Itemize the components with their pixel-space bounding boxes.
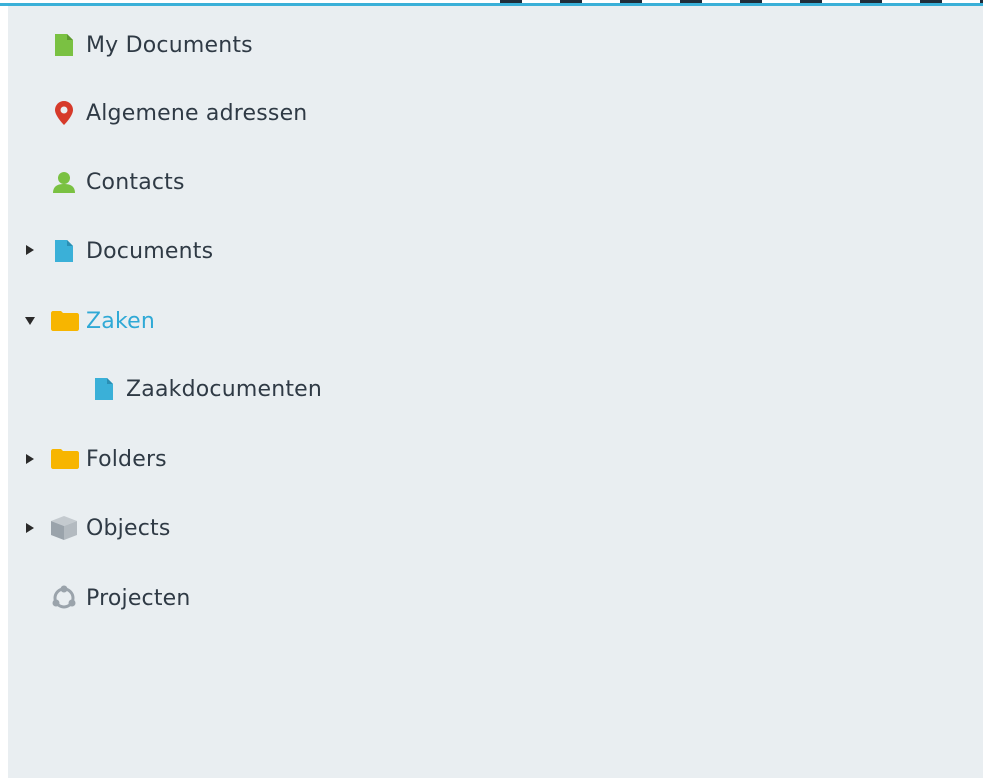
- tree-item-label: Algemene adressen: [86, 100, 308, 126]
- tree-item-label: Zaken: [86, 308, 155, 334]
- expand-toggle[interactable]: [24, 453, 36, 465]
- document-icon: [52, 33, 76, 57]
- tree-item-objects[interactable]: Objects: [50, 508, 171, 548]
- app-frame: My Documents Algemene adressen Contacts …: [0, 0, 983, 778]
- tree-item-label: Documents: [86, 238, 214, 264]
- tree-item-projecten[interactable]: Projecten: [50, 578, 191, 618]
- project-cycle-icon: [50, 585, 78, 610]
- collapse-toggle[interactable]: [24, 315, 36, 327]
- tree-item-label: Folders: [86, 446, 167, 472]
- tree-item-folders[interactable]: Folders: [50, 439, 167, 479]
- cube-icon: [50, 516, 78, 540]
- tree-item-algemene-adressen[interactable]: Algemene adressen: [52, 93, 307, 133]
- tree-item-label: Contacts: [86, 169, 185, 195]
- tree-item-contacts[interactable]: Contacts: [52, 162, 185, 202]
- tree-item-label: Objects: [86, 515, 171, 541]
- navigation-panel: My Documents Algemene adressen Contacts …: [8, 6, 983, 778]
- tree-item-label: Zaakdocumenten: [126, 376, 323, 402]
- expand-toggle[interactable]: [24, 522, 36, 534]
- tree-item-my-documents[interactable]: My Documents: [52, 25, 253, 65]
- person-icon: [52, 170, 76, 194]
- folder-icon: [50, 447, 80, 471]
- map-pin-icon: [52, 101, 76, 125]
- document-icon: [92, 377, 116, 401]
- tree-item-label: Projecten: [86, 585, 191, 611]
- tree-item-documents[interactable]: Documents: [52, 231, 213, 271]
- tree-item-zaken[interactable]: Zaken: [50, 301, 155, 341]
- tree-item-label: My Documents: [86, 32, 253, 58]
- document-icon: [52, 239, 76, 263]
- expand-toggle[interactable]: [24, 244, 36, 256]
- folder-icon: [50, 309, 80, 333]
- tree-item-zaakdocumenten[interactable]: Zaakdocumenten: [92, 369, 322, 409]
